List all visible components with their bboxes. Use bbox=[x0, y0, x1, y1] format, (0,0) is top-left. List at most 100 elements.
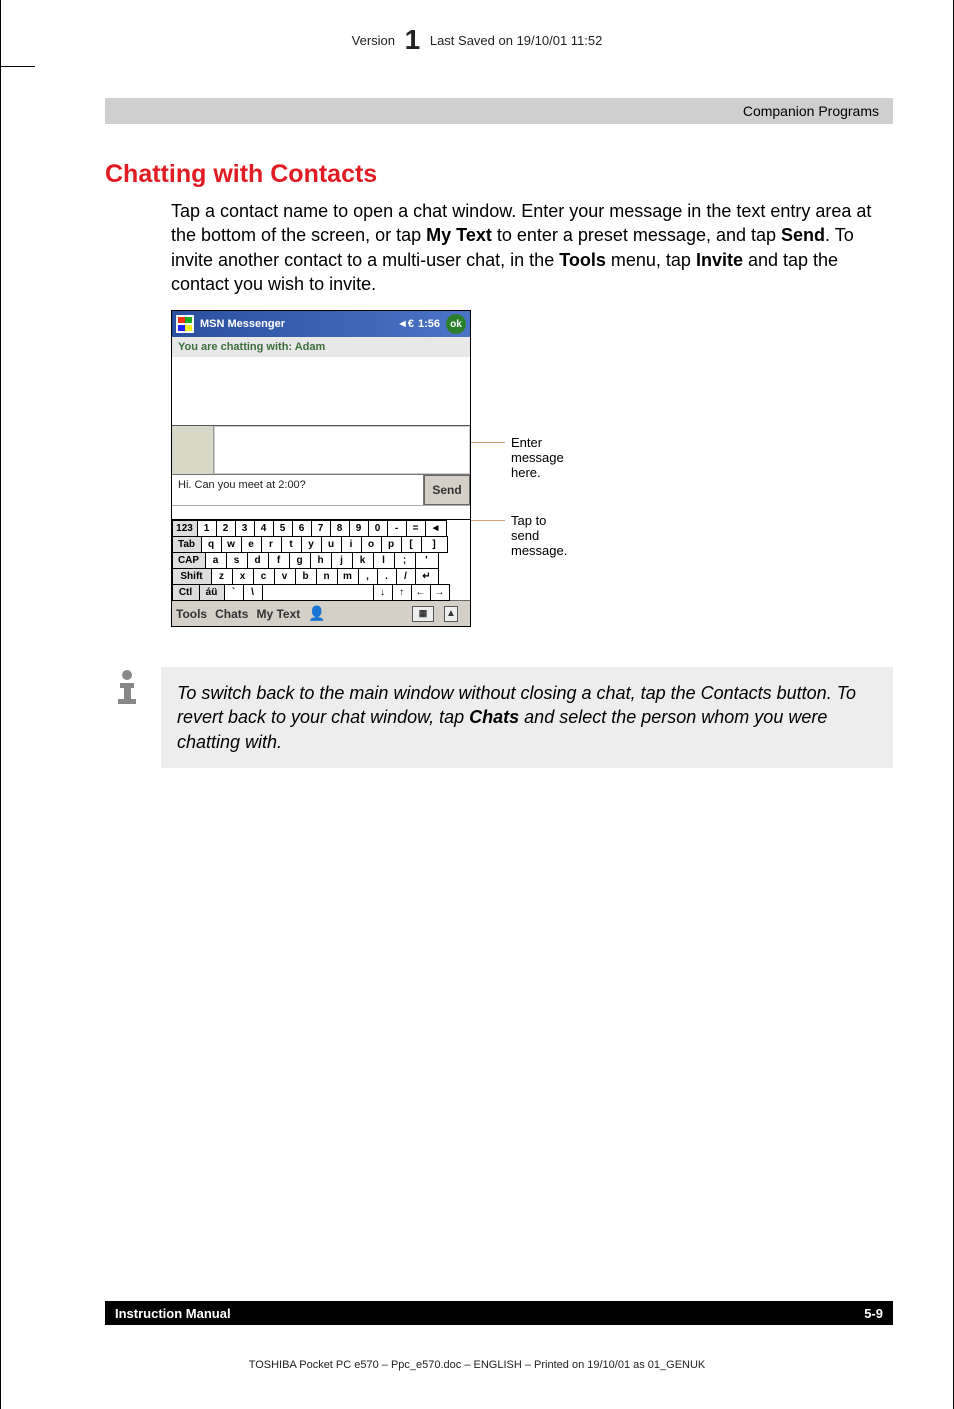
keyboard-key[interactable]: c bbox=[253, 568, 275, 585]
chats-bold: Chats bbox=[469, 707, 519, 727]
keyboard-key[interactable]: = bbox=[406, 520, 426, 537]
clock-time[interactable]: 1:56 bbox=[418, 318, 440, 330]
bottom-menu-bar: Tools Chats My Text 👤 ▦ ▲ bbox=[172, 600, 470, 626]
keyboard-key[interactable]: w bbox=[221, 536, 242, 553]
keyboard-key[interactable]: - bbox=[387, 520, 407, 537]
speaker-icon[interactable]: ◄€ bbox=[397, 318, 414, 330]
keyboard-key[interactable]: q bbox=[201, 536, 222, 553]
keyboard-key[interactable]: a bbox=[205, 552, 227, 569]
keyboard-key[interactable]: e bbox=[241, 536, 262, 553]
keyboard-key[interactable]: ] bbox=[421, 536, 448, 553]
keyboard-key[interactable]: y bbox=[301, 536, 322, 553]
keyboard-key[interactable]: 8 bbox=[330, 520, 350, 537]
keyboard-key[interactable]: b bbox=[295, 568, 317, 585]
keyboard-key[interactable]: ↵ bbox=[415, 568, 439, 585]
keyboard-key[interactable]: → bbox=[430, 584, 450, 601]
manual-page: Version 1 Last Saved on 19/10/01 11:52 C… bbox=[0, 0, 954, 1409]
footer-black-bar: Instruction Manual 5-9 bbox=[105, 1301, 893, 1325]
keyboard-toggle-icon[interactable]: ▦ bbox=[412, 606, 434, 622]
keyboard-key[interactable]: l bbox=[373, 552, 395, 569]
footer-title: Instruction Manual bbox=[115, 1306, 231, 1321]
keyboard-key[interactable]: t bbox=[281, 536, 302, 553]
keyboard-key[interactable]: CAP bbox=[172, 552, 206, 569]
chat-with-label: You are chatting with: Adam bbox=[172, 337, 470, 357]
page-number: 5-9 bbox=[864, 1306, 883, 1321]
spacer-bar bbox=[172, 505, 470, 519]
chats-menu[interactable]: Chats bbox=[215, 607, 248, 621]
callout-line-icon bbox=[471, 520, 505, 521]
ok-button[interactable]: ok bbox=[446, 314, 466, 334]
message-send-row: Hi. Can you meet at 2:00? Send bbox=[172, 474, 470, 505]
keyboard-key[interactable]: 1 bbox=[197, 520, 217, 537]
figure-row: MSN Messenger ◄€ 1:56 ok You are chattin… bbox=[171, 310, 893, 627]
keyboard-key[interactable]: o bbox=[361, 536, 382, 553]
keyboard-key[interactable]: u bbox=[321, 536, 342, 553]
last-saved-label: Last Saved on 19/10/01 11:52 bbox=[430, 33, 603, 48]
keyboard-key[interactable]: n bbox=[316, 568, 338, 585]
send-button[interactable]: Send bbox=[424, 475, 470, 505]
keyboard-key[interactable]: z bbox=[211, 568, 233, 585]
keyboard-key[interactable]: / bbox=[396, 568, 416, 585]
keyboard-key[interactable]: i bbox=[341, 536, 362, 553]
typed-message[interactable]: Hi. Can you meet at 2:00? bbox=[172, 475, 424, 505]
keyboard-key[interactable]: r bbox=[261, 536, 282, 553]
keyboard-key[interactable]: ' bbox=[415, 552, 439, 569]
keyboard-key[interactable]: ↓ bbox=[373, 584, 393, 601]
keyboard-key[interactable]: p bbox=[381, 536, 402, 553]
up-arrow-icon[interactable]: ▲ bbox=[444, 606, 458, 622]
keyboard-key[interactable]: g bbox=[289, 552, 311, 569]
mytext-menu[interactable]: My Text bbox=[256, 607, 300, 621]
keyboard-key[interactable]: 0 bbox=[368, 520, 388, 537]
keyboard-key[interactable]: v bbox=[274, 568, 296, 585]
keyboard-key[interactable]: , bbox=[358, 568, 378, 585]
keyboard-key[interactable]: d bbox=[247, 552, 269, 569]
tip-row: To switch back to the main window withou… bbox=[105, 667, 893, 768]
keyboard-key[interactable]: 5 bbox=[273, 520, 293, 537]
buddy-icon[interactable]: 👤 bbox=[308, 605, 325, 622]
keyboard-key[interactable]: k bbox=[352, 552, 374, 569]
soft-keyboard[interactable]: 1231234567890-=◄ Tabqwertyuiop[] CAPasdf… bbox=[172, 519, 470, 600]
keyboard-key[interactable]: ↑ bbox=[392, 584, 412, 601]
keyboard-key[interactable]: 2 bbox=[216, 520, 236, 537]
keyboard-key[interactable]: m bbox=[337, 568, 359, 585]
keyboard-key[interactable]: f bbox=[268, 552, 290, 569]
keyboard-key[interactable] bbox=[262, 584, 374, 601]
keyboard-key[interactable]: 123 bbox=[172, 520, 198, 537]
keyboard-key[interactable]: h bbox=[310, 552, 332, 569]
keyboard-key[interactable]: 4 bbox=[254, 520, 274, 537]
keyboard-key[interactable]: s bbox=[226, 552, 248, 569]
footer-print-line: TOSHIBA Pocket PC e570 – Ppc_e570.doc – … bbox=[1, 1359, 953, 1371]
invite-bold: Invite bbox=[696, 250, 743, 270]
keyboard-key[interactable]: 9 bbox=[349, 520, 369, 537]
app-title: MSN Messenger bbox=[200, 318, 397, 330]
tools-menu[interactable]: Tools bbox=[176, 607, 207, 621]
chat-history-area bbox=[172, 357, 470, 425]
keyboard-key[interactable]: 6 bbox=[292, 520, 312, 537]
titlebar: MSN Messenger ◄€ 1:56 ok bbox=[172, 311, 470, 337]
version-number: 1 bbox=[405, 24, 421, 55]
entry-right-pane[interactable] bbox=[214, 426, 470, 474]
keyboard-key[interactable]: 7 bbox=[311, 520, 331, 537]
keyboard-key[interactable]: Tab bbox=[172, 536, 202, 553]
message-entry-area[interactable] bbox=[172, 425, 470, 474]
keyboard-key[interactable]: [ bbox=[401, 536, 422, 553]
header-version-line: Version 1 Last Saved on 19/10/01 11:52 bbox=[61, 0, 893, 56]
chapter-bar: Companion Programs bbox=[105, 98, 893, 124]
keyboard-key[interactable]: Ctl bbox=[172, 584, 200, 601]
keyboard-key[interactable]: j bbox=[331, 552, 353, 569]
keyboard-key[interactable]: ← bbox=[411, 584, 431, 601]
keyboard-key[interactable]: ◄ bbox=[425, 520, 447, 537]
intro-paragraph: Tap a contact name to open a chat window… bbox=[171, 199, 893, 296]
keyboard-key[interactable]: Shift bbox=[172, 568, 212, 585]
info-icon bbox=[105, 667, 161, 716]
text: menu, tap bbox=[606, 250, 696, 270]
keyboard-key[interactable]: ; bbox=[394, 552, 416, 569]
keyboard-key[interactable]: ` bbox=[224, 584, 244, 601]
crop-mark bbox=[1, 66, 35, 67]
windows-flag-icon[interactable] bbox=[176, 315, 194, 333]
keyboard-key[interactable]: áü bbox=[199, 584, 225, 601]
keyboard-key[interactable]: x bbox=[232, 568, 254, 585]
keyboard-key[interactable]: \ bbox=[243, 584, 263, 601]
keyboard-key[interactable]: 3 bbox=[235, 520, 255, 537]
keyboard-key[interactable]: . bbox=[377, 568, 397, 585]
